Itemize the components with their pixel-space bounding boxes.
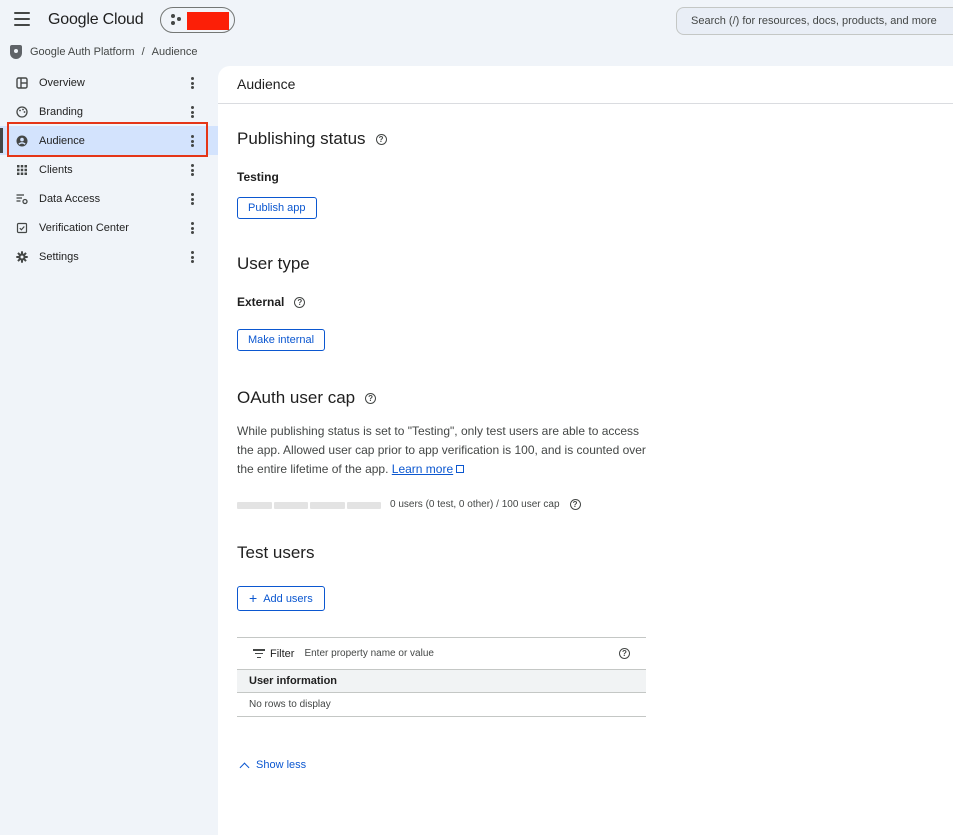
hamburger-menu-icon[interactable]	[14, 12, 30, 26]
sidebar-item-label: Overview	[39, 76, 85, 89]
learn-more-label: Learn more	[391, 462, 454, 476]
publish-app-button[interactable]: Publish app	[237, 197, 317, 219]
google-cloud-logo[interactable]: Google Cloud	[48, 11, 144, 29]
publishing-status-title: Publishing status	[237, 129, 366, 148]
sidebar-item-clients[interactable]: Clients	[0, 155, 218, 184]
filter-bar: Filter ?	[237, 637, 646, 670]
open-in-new-icon	[456, 465, 465, 473]
sidebar-item-label: Clients	[39, 163, 73, 176]
palette-icon	[16, 105, 28, 118]
user-type-heading: User type	[237, 254, 310, 273]
gear-icon	[16, 250, 28, 263]
add-users-label: Add users	[263, 592, 313, 605]
oauth-user-cap-heading: OAuth user cap ?	[237, 388, 377, 408]
help-icon[interactable]: ?	[375, 133, 387, 145]
help-icon[interactable]: ?	[365, 392, 377, 404]
shield-icon	[10, 45, 22, 59]
top-bar: Google Cloud	[0, 0, 953, 40]
more-vert-icon[interactable]	[190, 193, 194, 205]
checkbox-icon	[16, 222, 28, 234]
sidebar-item-label: Branding	[39, 105, 84, 118]
chevron-up-icon	[239, 762, 250, 772]
project-icon	[171, 14, 185, 26]
help-icon[interactable]: ?	[569, 499, 581, 510]
settings-list-icon	[16, 193, 28, 205]
user-cap-status-text: 0 users (0 test, 0 other) / 100 user cap	[390, 499, 560, 510]
redacted-project-name	[187, 12, 229, 30]
project-picker-button[interactable]	[160, 7, 235, 33]
empty-table-message: No rows to display	[237, 693, 646, 717]
sidebar: Overview Branding Audience Clients Data …	[0, 68, 218, 271]
show-less-label: Show less	[256, 759, 307, 771]
user-cap-progress-bar	[237, 502, 381, 509]
page-title: Audience	[237, 76, 296, 92]
sidebar-item-verification-center[interactable]: Verification Center	[0, 213, 218, 242]
more-vert-icon[interactable]	[190, 164, 194, 176]
filter-label: Filter	[270, 647, 295, 660]
breadcrumb-separator: /	[141, 46, 145, 58]
sidebar-item-settings[interactable]: Settings	[0, 242, 218, 271]
user-type-value: External ?	[237, 295, 306, 309]
filter-input[interactable]	[304, 648, 605, 659]
filter-icon	[253, 649, 265, 658]
divider	[218, 103, 953, 104]
search-bar[interactable]	[676, 7, 953, 35]
help-icon[interactable]: ?	[294, 296, 306, 308]
learn-more-link[interactable]: Learn more	[392, 462, 453, 476]
more-vert-icon[interactable]	[190, 77, 194, 89]
more-vert-icon[interactable]	[190, 222, 194, 234]
sidebar-item-label: Verification Center	[39, 221, 129, 234]
search-input[interactable]	[691, 15, 953, 27]
sidebar-item-label: Data Access	[39, 192, 101, 205]
oauth-user-cap-description: While publishing status is set to "Testi…	[237, 422, 657, 479]
sidebar-item-branding[interactable]: Branding	[0, 97, 218, 126]
sidebar-item-overview[interactable]: Overview	[0, 68, 218, 97]
breadcrumb-item-google-auth-platform[interactable]: Google Auth Platform	[30, 46, 135, 58]
more-vert-icon[interactable]	[190, 106, 194, 118]
plus-icon: +	[249, 590, 258, 606]
publishing-status-value: Testing	[237, 170, 279, 184]
user-cap-status: 0 users (0 test, 0 other) / 100 user cap…	[390, 499, 581, 510]
column-header-user-information[interactable]: User information	[237, 670, 646, 693]
oauth-user-cap-title: OAuth user cap	[237, 388, 356, 407]
account-circle-icon	[16, 135, 28, 147]
more-vert-icon[interactable]	[190, 251, 194, 263]
more-vert-icon[interactable]	[190, 135, 194, 147]
breadcrumb-item-audience[interactable]: Audience	[152, 46, 198, 58]
publishing-status-heading: Publishing status ?	[237, 129, 387, 149]
make-internal-button[interactable]: Make internal	[237, 329, 326, 351]
add-users-button[interactable]: + Add users	[237, 586, 325, 611]
show-less-link[interactable]: Show less	[239, 759, 307, 772]
user-type-label: External	[237, 295, 285, 309]
main-panel: Audience Publishing status ? Testing Pub…	[218, 66, 953, 835]
sidebar-item-audience[interactable]: Audience	[0, 126, 218, 155]
sidebar-item-data-access[interactable]: Data Access	[0, 184, 218, 213]
breadcrumb: Google Auth Platform / Audience	[10, 44, 198, 60]
sidebar-item-label: Settings	[39, 250, 79, 263]
grid-icon	[16, 164, 28, 176]
test-users-heading: Test users	[237, 543, 315, 562]
sidebar-item-label: Audience	[39, 134, 85, 147]
dashboard-icon	[16, 76, 28, 89]
help-icon[interactable]: ?	[619, 648, 630, 659]
